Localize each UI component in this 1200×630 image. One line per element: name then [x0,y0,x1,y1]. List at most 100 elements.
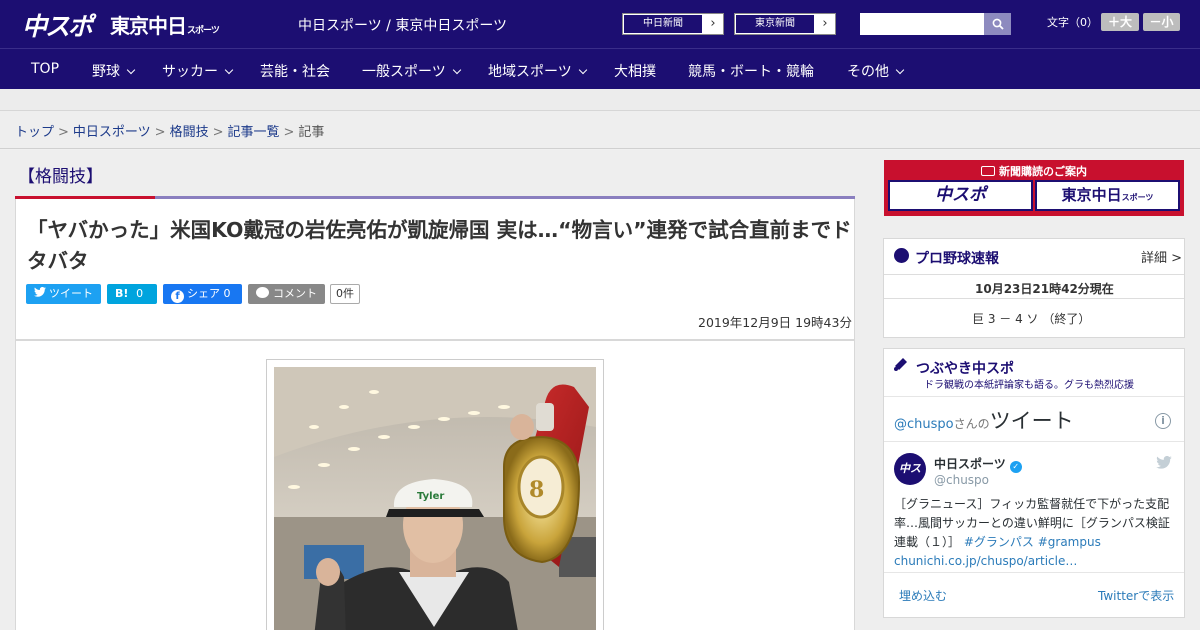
font-larger-button[interactable]: ＋大 [1101,13,1139,31]
comment-count: 0件 [330,284,360,304]
facebook-count: 0 [223,287,231,300]
search-input[interactable] [860,13,984,35]
tweets-by-suffix: さんの [953,417,990,431]
breadcrumb-martial-arts[interactable]: 格闘技 [170,125,209,140]
nav-item-top[interactable]: TOP [31,61,59,77]
tweet-label: ツイート [49,287,93,300]
font-size-label: 文字（0） [1047,16,1098,29]
site-title: 中日スポーツ / 東京中日スポーツ [298,18,508,34]
article-headline: 「ヤバかった」米国KO戴冠の岩佐亮佑が凱旋帰国 実は…“物言い”連発で試合直前ま… [27,218,852,273]
tweet-hashtags[interactable]: #グランパス #grampus [964,535,1101,549]
info-icon[interactable]: i [1155,413,1171,429]
subscription-promo[interactable]: 新聞購読のご案内 中スポ 東京中日スポーツ [884,160,1184,216]
tweets-by-header: @chuspoさんのツイート [894,405,1074,435]
divider [884,441,1184,442]
search-icon [992,18,1004,30]
embed-link[interactable]: 埋め込む [899,587,947,604]
breadcrumb: トップ > 中日スポーツ > 格闘技 > 記事一覧 > 記事 [15,121,324,140]
tweet-link[interactable]: chunichi.co.jp/chuspo/article… [894,554,1077,568]
nav-item-other[interactable]: その他 [847,61,905,81]
breadcrumb-article-list[interactable]: 記事一覧 [228,125,280,140]
category-label: 【格闘技】 [18,167,103,187]
chevron-down-icon [452,65,461,75]
tsubuyaki-subtitle: ドラ観戦の本紙評論家も語る。グラも熱烈応援 [924,380,1134,391]
nav-item-baseball[interactable]: 野球 [92,61,136,81]
hatena-bookmark-button[interactable]: B! 0 [107,284,157,304]
baseball-score[interactable]: 巨 3 － 4 ソ （終了） [972,310,1090,327]
nav-item-label: 一般スポーツ [362,64,446,80]
article-date: 2019年12月9日 19時43分 [698,315,852,330]
comment-button[interactable]: コメント [248,284,325,304]
twitter-bird-icon[interactable] [1156,454,1172,473]
nav-item-racing[interactable]: 競馬・ボート・競輪 [688,61,814,81]
breadcrumb-separator: > [154,125,166,140]
tweets-by-user[interactable]: @chuspo [894,417,954,432]
account-name[interactable]: 中日スポーツ ✓ [934,455,1022,473]
chevron-down-icon [895,65,905,75]
nav-item-label: サッカー [162,64,218,80]
chuspo-logo[interactable]: 中スポ [22,7,93,43]
nav-item-label: 芸能・社会 [260,64,330,80]
chunichi-shimbun-link[interactable]: 中日新聞 › [622,13,724,35]
account-avatar[interactable]: 中ス [894,453,926,485]
tokyo-chunichi-logo[interactable]: 東京中日スポーツ [110,10,220,39]
breadcrumb-top[interactable]: トップ [15,125,54,140]
breadcrumb-separator: > [58,125,69,140]
tokyo-logo-text: 東京中日 [110,14,187,38]
account-handle[interactable]: @chuspo [934,473,989,487]
view-on-twitter-link[interactable]: Twitterで表示 [1098,587,1174,604]
breadcrumb-chunichi-sports[interactable]: 中日スポーツ [73,125,151,140]
chevron-down-icon [578,65,587,75]
nav-item-soccer[interactable]: サッカー [162,61,234,81]
baseball-detail-link[interactable]: 詳細 > [1141,247,1182,266]
tweets-by-title: ツイート [989,409,1074,433]
nav-item-local-sports[interactable]: 地域スポーツ [488,61,587,81]
baseball-widget-title: プロ野球速報 [915,251,999,267]
search-button[interactable] [984,13,1011,35]
facebook-share-button[interactable]: f シェア 0 [163,284,242,304]
promo-title: 新聞購読のご案内 [884,163,1184,179]
promo-chuspo-logo[interactable]: 中スポ [888,180,1033,211]
baseball-timestamp: 10月23日21時42分現在 [975,282,1114,296]
promo-tokyo-logo[interactable]: 東京中日スポーツ [1035,180,1180,211]
ad-strip [0,89,1200,111]
nav-item-general-sports[interactable]: 一般スポーツ [362,61,461,81]
chevron-right-icon: › [710,16,716,31]
ext-link-label: 東京新聞 [735,14,815,34]
divider [884,274,1184,275]
divider [884,396,1184,397]
chevron-right-icon: › [822,16,828,31]
tokyo-shimbun-link[interactable]: 東京新聞 › [734,13,836,35]
svg-text:Tyler: Tyler [417,491,444,502]
site-header: 中スポ 東京中日スポーツ 中日スポーツ / 東京中日スポーツ 中日新聞 › 東京… [0,0,1200,48]
megaphone-icon [893,356,909,372]
breadcrumb-current: 記事 [298,125,325,140]
nav-item-label: その他 [847,64,889,80]
promo-title-text: 新聞購読のご案内 [999,165,1087,178]
facebook-share-label: シェア [187,287,220,300]
main-nav: TOP 野球 サッカー 芸能・社会 一般スポーツ 地域スポーツ 大相撲 競馬・ボ… [0,48,1200,89]
divider [884,298,1184,299]
nav-item-label: 野球 [92,64,120,80]
chevron-down-icon [126,65,136,75]
nav-item-entertainment[interactable]: 芸能・社会 [260,61,330,81]
nav-item-sumo[interactable]: 大相撲 [614,61,656,81]
comment-bubble-icon [256,287,269,298]
tokyo-logo-small: スポーツ [187,26,220,36]
nav-item-label: 地域スポーツ [488,64,572,80]
account-name-text: 中日スポーツ [934,457,1006,471]
facebook-icon: f [171,290,184,303]
font-smaller-button[interactable]: －小 [1143,13,1180,31]
tsubuyaki-title: つぶやき中スポ [916,361,1014,377]
promo-tokyo-small: スポーツ [1121,193,1154,202]
hatena-count: 0 [136,287,144,300]
breadcrumb-separator: > [283,125,295,140]
nav-item-label: 競馬・ボート・競輪 [688,64,814,80]
tweet-button[interactable]: ツイート [26,284,101,304]
hatena-icon: B! [115,287,129,300]
article-photo[interactable]: Tyler 8 [274,367,596,630]
baseball-icon [894,248,909,263]
ext-link-label: 中日新聞 [623,14,703,34]
chevron-down-icon [224,65,234,75]
promo-tokyo-text: 東京中日 [1061,186,1122,204]
